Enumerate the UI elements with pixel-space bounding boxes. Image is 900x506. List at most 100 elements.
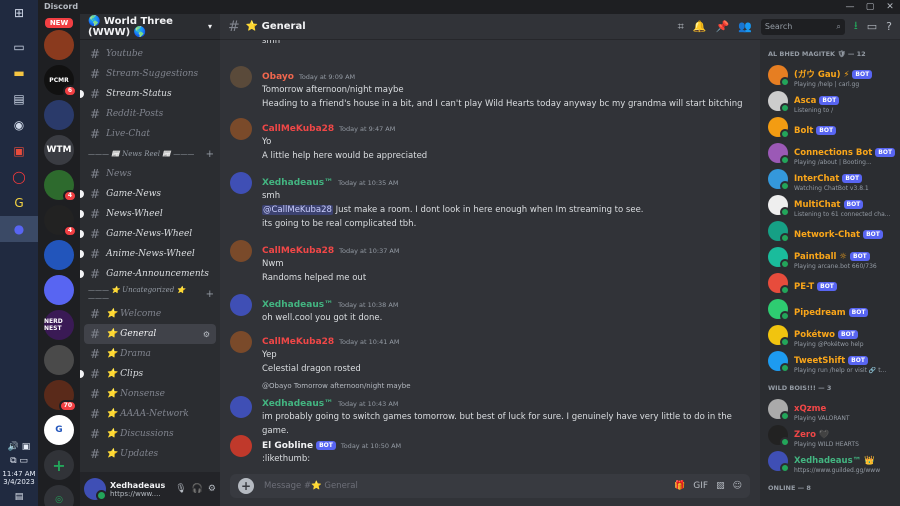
gift-icon[interactable]: 🎁 — [674, 481, 685, 491]
avatar[interactable] — [230, 172, 252, 194]
channel-item[interactable]: # News — [80, 164, 220, 184]
tray-icons[interactable]: ⧉ ▭ — [0, 456, 38, 466]
threads-icon[interactable]: ⌗ — [678, 20, 684, 34]
message-composer[interactable]: + Message #⭐ General 🎁 GIF ▧ ☺ — [230, 474, 750, 498]
message-author[interactable]: CallMeKuba28 — [262, 124, 334, 134]
member-item[interactable]: Bolt BOT — [768, 114, 900, 140]
notification-icon[interactable]: ▤ — [0, 492, 38, 502]
message-author[interactable]: El Gobline — [262, 441, 313, 451]
server-icon[interactable]: 4 — [44, 205, 77, 237]
avatar[interactable] — [230, 396, 252, 418]
minimize-button[interactable]: — — [840, 0, 860, 14]
server-header[interactable]: 🌎 World Three (WWW) 🌎 ▾ — [80, 14, 220, 40]
message[interactable]: Xedhadeaus™ Today at 10:38 AM oh well.cool… — [220, 292, 760, 325]
message-author[interactable]: CallMeKuba28 — [262, 337, 334, 347]
attach-plus-icon[interactable]: + — [238, 478, 254, 494]
channel-item[interactable]: # Game-News-Wheel — [80, 224, 220, 244]
member-item[interactable]: Xedhadeaus™ 👑 https://www.guilded.gg/www — [768, 448, 900, 474]
channel-item[interactable]: # Live-Chat — [80, 124, 220, 144]
inbox-icon[interactable]: ▭ — [867, 20, 877, 33]
channel-item[interactable]: # ⭐ General ⚙ — [84, 324, 216, 344]
channel-item[interactable]: # News-Wheel — [80, 204, 220, 224]
server-icon[interactable]: G — [44, 415, 74, 445]
add-channel-icon[interactable]: + — [206, 289, 214, 300]
avatar[interactable] — [230, 435, 252, 457]
member-item[interactable]: TweetShift BOT Playing run /help or visit … — [768, 348, 900, 374]
members-icon[interactable]: 👥 — [738, 20, 752, 33]
taskbar-app-icon[interactable]: ▤ — [0, 86, 38, 112]
tray-icons[interactable]: 🔊 ▣ — [0, 442, 38, 452]
message[interactable]: CallMeKuba28 Today at 10:41 AM Yep Celestia… — [220, 329, 760, 376]
channel-category[interactable]: ——— ⭐ Uncategorized ⭐ ——— + — [80, 284, 220, 304]
sticker-icon[interactable]: ▧ — [716, 481, 725, 491]
clock-date[interactable]: 3/4/2023 — [0, 478, 38, 486]
add-channel-icon[interactable]: + — [206, 149, 214, 160]
taskbar-app-icon[interactable]: ▭ — [0, 34, 38, 60]
avatar[interactable] — [230, 66, 252, 88]
message[interactable]: Obayo Today at 9:09 AM Tomorrow afternoon/… — [220, 64, 760, 111]
gear-icon[interactable]: ⚙ — [203, 330, 210, 339]
avatar[interactable] — [230, 331, 252, 353]
member-item[interactable]: xQzme Playing VALORANT — [768, 396, 900, 422]
message[interactable]: smh — [220, 40, 760, 48]
member-item[interactable]: MultiChat BOT Listening to 61 connected ch… — [768, 192, 900, 218]
taskbar-app-icon[interactable]: G — [0, 190, 38, 216]
channel-item[interactable]: # ⭐ Nonsense — [80, 384, 220, 404]
message-input[interactable]: Message #⭐ General — [264, 481, 358, 491]
close-button[interactable]: ✕ — [880, 0, 900, 14]
avatar[interactable] — [230, 294, 252, 316]
channel-item[interactable]: # Stream-Suggestions — [80, 64, 220, 84]
avatar[interactable] — [230, 118, 252, 140]
server-icon[interactable]: WTM — [44, 135, 74, 165]
microphone-icon[interactable]: 🎙 — [175, 484, 186, 494]
message-author[interactable]: Xedhadeaus™ — [262, 399, 333, 409]
channel-category[interactable]: ——— 📰 News Reel 📰 ——— + — [80, 144, 220, 164]
taskbar-app-icon[interactable]: ▣ — [0, 138, 38, 164]
search-input[interactable]: Search ⌕ — [760, 18, 845, 35]
member-item[interactable]: Pipedream BOT — [768, 296, 900, 322]
channel-item[interactable]: # Youtube — [80, 44, 220, 64]
message-author[interactable]: Obayo — [262, 72, 294, 82]
discord-taskbar-icon[interactable]: ● — [0, 216, 38, 242]
add-server-icon[interactable]: + — [44, 450, 74, 480]
message[interactable]: CallMeKuba28 Today at 10:37 AM Nwm Randoms … — [220, 238, 760, 285]
emoji-icon[interactable]: ☺ — [733, 481, 742, 491]
file-explorer-icon[interactable]: ▬ — [0, 60, 38, 86]
member-item[interactable]: Paintball ☼ BOT Playing arcane.bot 660/736 — [768, 244, 900, 270]
member-item[interactable]: Pokétwo BOT Playing @Pokétwo help — [768, 322, 900, 348]
gif-icon[interactable]: GIF — [693, 481, 708, 491]
channel-item[interactable]: # ⭐ Clips — [80, 364, 220, 384]
opera-icon[interactable]: ◯ — [0, 164, 38, 190]
channel-item[interactable]: # Stream-Status — [80, 84, 220, 104]
message-author[interactable]: CallMeKuba28 — [262, 246, 334, 256]
server-icon[interactable] — [44, 30, 74, 60]
server-icon[interactable] — [44, 345, 74, 375]
server-icon[interactable]: 70 — [44, 380, 77, 412]
download-icon[interactable]: ⭳ — [854, 17, 858, 36]
windows-start-icon[interactable]: ⊞ — [0, 0, 38, 26]
member-item[interactable]: Network-Chat BOT — [768, 218, 900, 244]
message[interactable]: Xedhadeaus™ Today at 10:35 AM smh @CallMeKu… — [220, 170, 760, 231]
channel-item[interactable]: # ⭐ Updates — [80, 444, 220, 464]
channel-item[interactable]: # ⭐ Drama — [80, 344, 220, 364]
message[interactable]: @Obayo Tomorrow afternoon/night maybe Xed… — [220, 382, 760, 438]
server-icon[interactable]: 4 — [44, 170, 77, 202]
message[interactable]: CallMeKuba28 Today at 9:47 AM Yo A little h… — [220, 116, 760, 163]
channel-item[interactable]: # Reddit-Posts — [80, 104, 220, 124]
avatar[interactable] — [84, 478, 107, 501]
server-icon[interactable]: PCMR 6 — [44, 65, 77, 97]
channel-item[interactable]: # ⭐ Welcome — [80, 304, 220, 324]
maximize-button[interactable]: ▢ — [860, 0, 880, 14]
member-item[interactable]: Connections Bot BOT Playing /about | Booti… — [768, 140, 900, 166]
message-author[interactable]: Xedhadeaus™ — [262, 178, 333, 188]
channel-item[interactable]: # Anime-News-Wheel — [80, 244, 220, 264]
message[interactable]: El Gobline BOT Today at 10:50 AM:likethumb… — [220, 433, 760, 466]
user-mention[interactable]: @CallMeKuba28 — [262, 205, 333, 215]
pin-icon[interactable]: 📌 — [715, 20, 729, 33]
server-icon[interactable] — [44, 240, 74, 270]
clock-time[interactable]: 11:47 AM — [0, 470, 38, 478]
steam-icon[interactable]: ◉ — [0, 112, 38, 138]
channel-item[interactable]: # Game-News — [80, 184, 220, 204]
channel-item[interactable]: # Game-Announcements — [80, 264, 220, 284]
channel-item[interactable]: # ⭐ Discussions — [80, 424, 220, 444]
